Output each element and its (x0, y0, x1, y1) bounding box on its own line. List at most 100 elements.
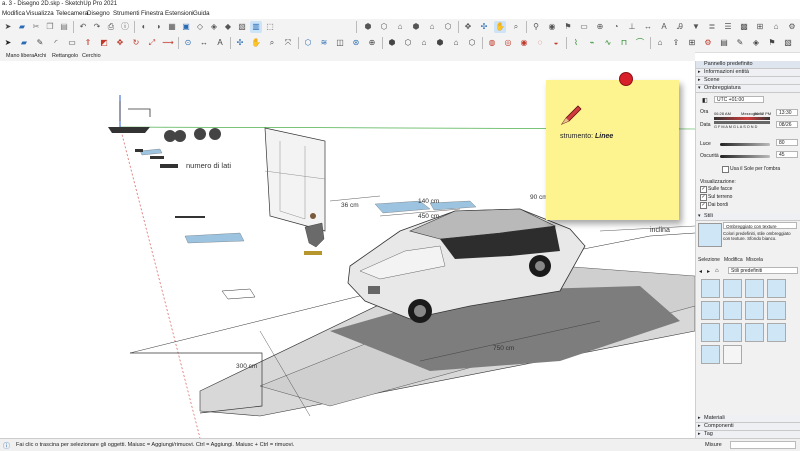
styles-section[interactable]: ▾ Stili (696, 213, 800, 221)
undo-icon[interactable]: ↶ (77, 21, 89, 33)
drape-icon[interactable]: ⌒ (634, 37, 646, 49)
axes-icon[interactable]: ⊥ (626, 21, 638, 33)
right-view-icon[interactable]: ⬢ (410, 21, 422, 33)
left-icon[interactable]: ⬡ (466, 37, 478, 49)
camera-icon[interactable]: ◐ (138, 21, 150, 33)
style-swatch[interactable] (723, 323, 742, 342)
move-icon[interactable]: ✥ (462, 21, 474, 33)
trimble-connect-icon[interactable]: ◈ (750, 37, 762, 49)
position-camera-icon[interactable]: ⚑ (562, 21, 574, 33)
3d-warehouse-icon[interactable]: ⌂ (654, 37, 666, 49)
text-tool-icon[interactable]: A (214, 37, 226, 49)
model-info-icon[interactable]: ⓘ (119, 21, 131, 33)
left-view-icon[interactable]: ⬡ (442, 21, 454, 33)
walk-icon[interactable]: ⚲ (530, 21, 542, 33)
union-icon[interactable]: ◍ (486, 37, 498, 49)
monochrome-icon[interactable]: ▥ (250, 21, 262, 33)
iso-view-icon[interactable]: ⬢ (362, 21, 374, 33)
style-swatch[interactable] (701, 301, 720, 320)
styles-icon[interactable]: ▩ (738, 21, 750, 33)
date-input[interactable]: 08/26 (776, 121, 798, 128)
hidden-line-icon[interactable]: ◈ (208, 21, 220, 33)
menu-disegno[interactable]: Disegno (87, 10, 110, 17)
protractor-icon[interactable]: ◔ (610, 21, 622, 33)
stamp-icon[interactable]: ⊓ (618, 37, 630, 49)
dimension-tool-icon[interactable]: ↔ (198, 37, 210, 49)
section-plane-icon[interactable]: ▭ (578, 21, 590, 33)
eraser-icon[interactable]: ▰ (16, 21, 28, 33)
light-input[interactable]: 80 (776, 139, 798, 146)
perspective-icon[interactable]: ⬚ (264, 21, 276, 33)
smoove-icon[interactable]: ∿ (602, 37, 614, 49)
section-icon[interactable]: ▦ (166, 21, 178, 33)
add-location-icon[interactable]: ⚑ (766, 37, 778, 49)
orbit-icon[interactable]: ✣ (478, 21, 490, 33)
style-swatch[interactable] (701, 345, 720, 364)
back-view-icon[interactable]: ⌂ (426, 21, 438, 33)
photo-textures-icon[interactable]: ▧ (782, 37, 794, 49)
tool-rectangle[interactable]: Rettangolo (52, 53, 78, 59)
textured-icon[interactable]: ▧ (236, 21, 248, 33)
time-input[interactable]: 13:30 (776, 109, 798, 116)
style-swatch[interactable] (723, 345, 742, 364)
copy-icon[interactable]: ❐ (44, 21, 56, 33)
extension-manager-icon[interactable]: ⚙ (702, 37, 714, 49)
intersect-icon[interactable]: ◉ (518, 37, 530, 49)
tape-measure-icon[interactable]: ⊙ (182, 37, 194, 49)
orbit-tool-icon[interactable]: ✣ (234, 37, 246, 49)
sandbox-contours-icon[interactable]: ⌇ (570, 37, 582, 49)
menu-estensioni[interactable]: Estensioni (165, 10, 194, 17)
tab-mix[interactable]: Miscela (746, 257, 763, 263)
extension-warehouse-icon[interactable]: ⊞ (686, 37, 698, 49)
top-icon[interactable]: ⬡ (402, 37, 414, 49)
paint-icon[interactable]: ▼ (690, 21, 702, 33)
style-swatch[interactable] (701, 279, 720, 298)
eraser-icon[interactable]: ▰ (18, 37, 30, 49)
style-swatch[interactable] (745, 323, 764, 342)
select-icon[interactable]: ➤ (2, 21, 14, 33)
pan-tool-icon[interactable]: ✋ (250, 37, 262, 49)
cut-icon[interactable]: ✂ (30, 21, 42, 33)
shadow-toggle-icon[interactable]: ◧ (702, 97, 708, 104)
on-faces-checkbox[interactable]: ✓ (700, 186, 707, 193)
select-arrow-icon[interactable]: ➤ (2, 37, 14, 49)
top-view-icon[interactable]: ⬡ (378, 21, 390, 33)
look-around-icon[interactable]: ◉ (546, 21, 558, 33)
menu-modifica[interactable]: Modifica (2, 10, 25, 17)
extension-icon[interactable]: ⚙ (786, 21, 798, 33)
share-model-icon[interactable]: ⇪ (670, 37, 682, 49)
tab-edit[interactable]: Modifica (724, 257, 743, 263)
style-collection-select[interactable]: Stili predefiniti (728, 267, 798, 274)
light-slider[interactable] (720, 143, 770, 146)
tags-section[interactable]: ▸ Tag (696, 431, 800, 438)
style-swatch[interactable] (745, 301, 764, 320)
tool-circle[interactable]: Cerchio (82, 53, 101, 59)
layout-icon[interactable]: ▤ (718, 37, 730, 49)
xray-icon[interactable]: ▣ (180, 21, 192, 33)
text-icon[interactable]: A (658, 21, 670, 33)
front-view-icon[interactable]: ⌂ (394, 21, 406, 33)
offset-icon[interactable]: ◩ (98, 37, 110, 49)
3d-text-icon[interactable]: Ꭿ (674, 21, 686, 33)
scale-icon[interactable]: ⤢ (146, 37, 158, 49)
style-builder-icon[interactable]: ✎ (734, 37, 746, 49)
section-fill-icon[interactable]: ⊛ (350, 37, 362, 49)
home-icon[interactable]: ⌂ (715, 268, 719, 274)
scenes-section[interactable]: ▸ Scene (696, 77, 800, 85)
forward-arrow-icon[interactable]: ▸ (707, 268, 710, 275)
style-swatch[interactable] (767, 323, 786, 342)
rotate-icon[interactable]: ↻ (130, 37, 142, 49)
print-icon[interactable]: ⎙ (105, 21, 117, 33)
warehouse-icon[interactable]: ⌂ (770, 21, 782, 33)
style-swatch[interactable] (723, 301, 742, 320)
back-icon[interactable]: ⌂ (450, 37, 462, 49)
zoom-tool-icon[interactable]: ⌕ (266, 37, 278, 49)
subtract-icon[interactable]: ◎ (502, 37, 514, 49)
entity-info-section[interactable]: ▸ Informazioni entità (696, 69, 800, 77)
zoom-extents-icon[interactable]: ⤧ (282, 37, 294, 49)
component-icon[interactable]: ⬡ (302, 37, 314, 49)
paste-icon[interactable]: ▤ (58, 21, 70, 33)
right-icon[interactable]: ⬢ (434, 37, 446, 49)
date-slider[interactable] (714, 121, 770, 124)
style-swatch[interactable] (723, 279, 742, 298)
